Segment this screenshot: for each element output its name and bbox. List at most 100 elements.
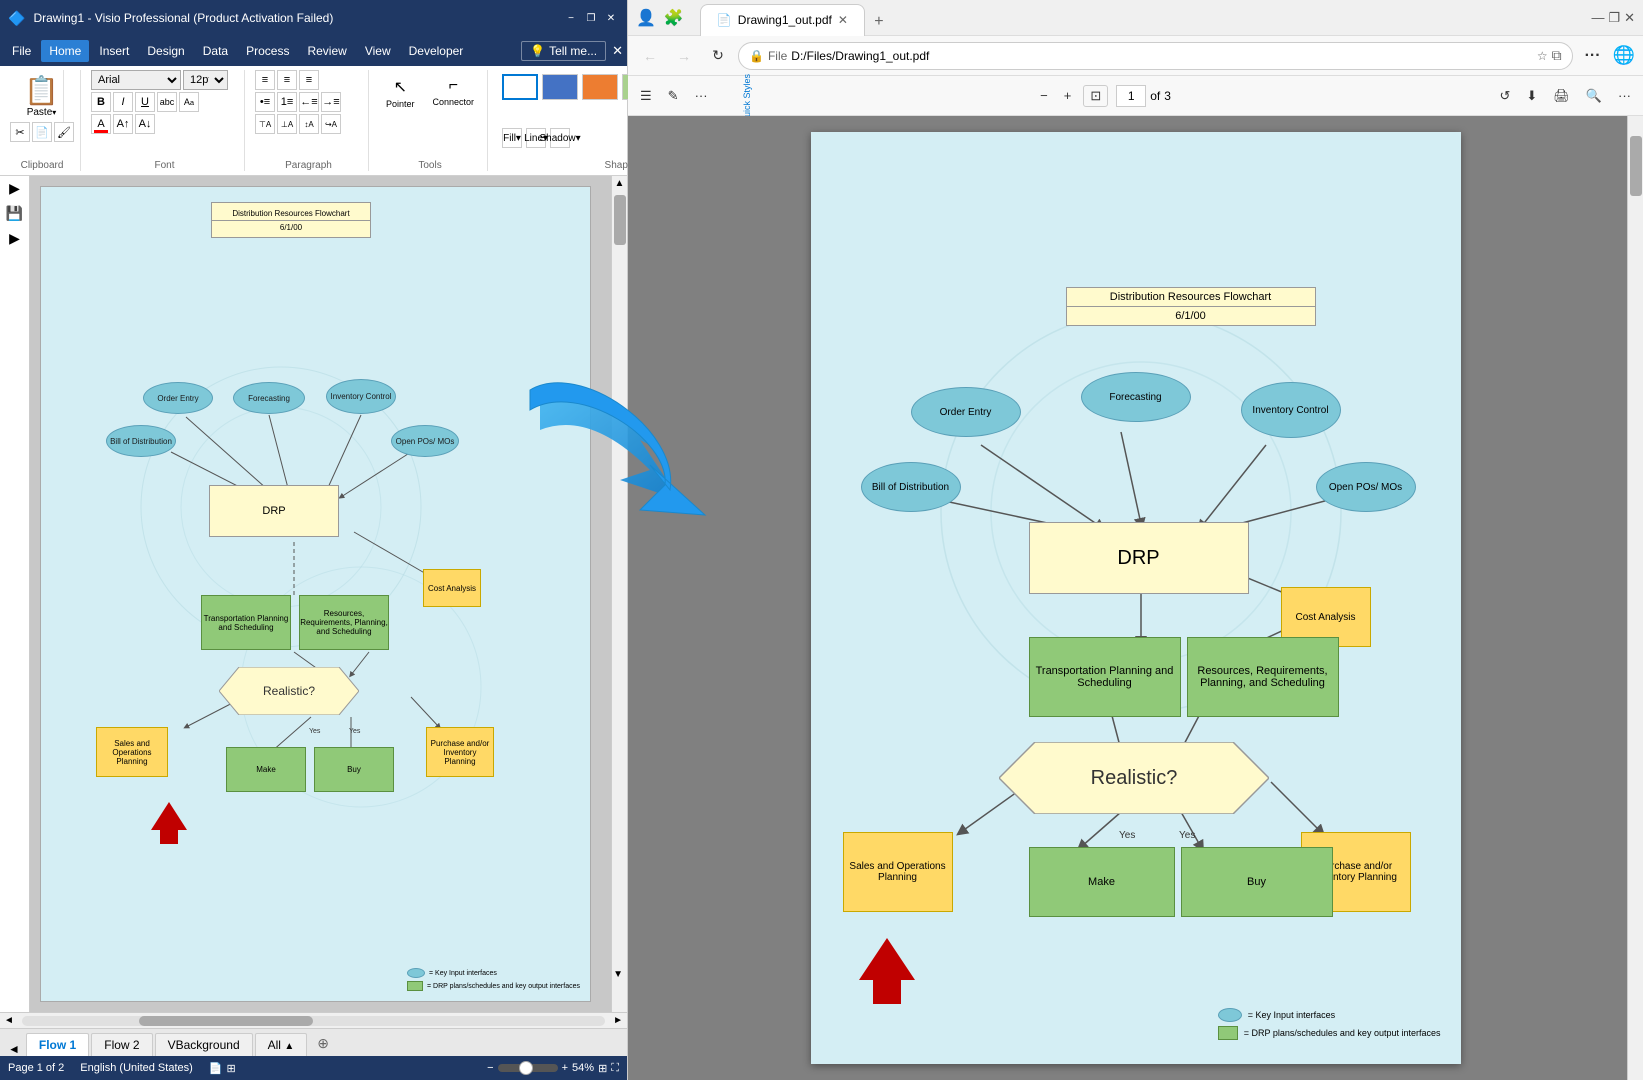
top-align-btn[interactable]: ⊤A bbox=[255, 114, 275, 134]
strikethrough-btn[interactable]: abc bbox=[157, 92, 177, 112]
pdf-scrollbar[interactable] bbox=[1627, 116, 1643, 1080]
font-color-btn[interactable]: A bbox=[91, 114, 111, 134]
sidebar-expand-icon[interactable]: ▶ bbox=[9, 230, 20, 247]
visio-drp[interactable]: DRP bbox=[209, 485, 339, 537]
visio-order-entry[interactable]: Order Entry bbox=[143, 382, 213, 414]
connector-tool-btn[interactable]: ⌐ Connector bbox=[426, 74, 482, 112]
zoom-out-btn[interactable]: − bbox=[487, 1062, 493, 1074]
split-view-icon[interactable]: ⧉ bbox=[1552, 47, 1562, 64]
align-center-btn[interactable]: ≡ bbox=[277, 70, 297, 90]
sidebar-save-icon[interactable]: 💾 bbox=[6, 205, 23, 222]
indent-text-btn[interactable]: ↪A bbox=[321, 114, 341, 134]
bookmark-icon[interactable]: ☆ bbox=[1537, 49, 1548, 63]
tab-vbackground[interactable]: VBackground bbox=[155, 1033, 253, 1056]
visio-purchase-inv[interactable]: Purchase and/or Inventory Planning bbox=[426, 727, 494, 777]
italic-btn[interactable]: I bbox=[113, 92, 133, 112]
scroll-thumb[interactable] bbox=[614, 195, 626, 245]
sidebar-toggle-btn[interactable]: ▶ bbox=[9, 180, 20, 197]
shadow-btn[interactable]: Shadow▾ bbox=[550, 128, 570, 148]
middle-align-btn[interactable]: ⊥A bbox=[277, 114, 297, 134]
visio-cost-analysis[interactable]: Cost Analysis bbox=[423, 569, 481, 607]
pdf-fit-btn[interactable]: ⊡ bbox=[1083, 85, 1108, 107]
menu-home[interactable]: Home bbox=[41, 40, 89, 62]
visio-bill-distribution[interactable]: Bill of Distribution bbox=[106, 425, 176, 457]
pdf-find-btn[interactable]: 🔍 bbox=[1582, 86, 1606, 106]
restore-btn[interactable]: ❐ bbox=[583, 10, 599, 26]
pdf-toc-btn[interactable]: ☰ bbox=[636, 86, 656, 106]
align-right-btn[interactable]: ≡ bbox=[299, 70, 319, 90]
close-tab-icon[interactable]: ✕ bbox=[838, 13, 848, 27]
number-list-btn[interactable]: 1≡ bbox=[277, 92, 297, 112]
style-swatch-1[interactable] bbox=[502, 74, 538, 100]
style-swatch-3[interactable] bbox=[582, 74, 618, 100]
scroll-up-btn[interactable]: ▲ bbox=[612, 176, 627, 191]
new-tab-btn[interactable]: + bbox=[865, 8, 893, 36]
dir-btn[interactable]: ↕A bbox=[299, 114, 319, 134]
pdf-zoom-in-btn[interactable]: + bbox=[1060, 86, 1076, 105]
full-screen-btn[interactable]: ⛶ bbox=[611, 1062, 619, 1075]
minimize-btn[interactable]: − bbox=[563, 10, 579, 26]
tell-me-box[interactable]: 💡 Tell me... bbox=[521, 41, 606, 61]
format-painter-btn[interactable]: 🖌 bbox=[54, 122, 74, 142]
menu-file[interactable]: File bbox=[4, 40, 39, 62]
refresh-btn[interactable]: ↻ bbox=[704, 42, 732, 70]
menu-design[interactable]: Design bbox=[139, 40, 192, 62]
paste-btn[interactable]: Paste ▾ bbox=[27, 107, 57, 118]
close-btn[interactable]: ✕ bbox=[603, 10, 619, 26]
visio-sales-ops[interactable]: Sales and Operations Planning bbox=[96, 727, 168, 777]
zoom-in-btn[interactable]: + bbox=[562, 1062, 568, 1074]
extension-icon[interactable]: 🧩 bbox=[664, 8, 684, 28]
all-tab-arrow[interactable]: ▲ bbox=[284, 1041, 294, 1052]
zoom-thumb[interactable] bbox=[519, 1061, 533, 1075]
visio-transportation[interactable]: Transportation Planning and Scheduling bbox=[201, 595, 291, 650]
indent-decrease-btn[interactable]: ←≡ bbox=[299, 92, 319, 112]
zoom-slider[interactable] bbox=[498, 1064, 558, 1072]
tab-flow2[interactable]: Flow 2 bbox=[91, 1033, 152, 1056]
decrease-font-btn[interactable]: A↓ bbox=[135, 114, 155, 134]
scroll-right-arrow-btn[interactable]: ► bbox=[609, 1015, 627, 1026]
menu-view[interactable]: View bbox=[357, 40, 399, 62]
align-left-btn[interactable]: ≡ bbox=[255, 70, 275, 90]
cut-btn[interactable]: ✂ bbox=[10, 122, 30, 142]
visio-open-pos[interactable]: Open POs/ MOs bbox=[391, 425, 459, 457]
visio-diagram-canvas[interactable]: Yes Yes Distribution Resources Flowchart… bbox=[30, 176, 611, 1012]
menu-process[interactable]: Process bbox=[238, 40, 297, 62]
browser-restore-btn[interactable]: ❐ bbox=[1608, 10, 1620, 26]
back-btn[interactable]: ← bbox=[636, 42, 664, 70]
visio-inventory-control[interactable]: Inventory Control bbox=[326, 379, 396, 414]
pdf-scroll-thumb[interactable] bbox=[1630, 136, 1642, 196]
pdf-zoom-out-btn[interactable]: − bbox=[1036, 86, 1052, 105]
tab-scroll-left[interactable]: ◄ bbox=[4, 1042, 24, 1056]
tab-all[interactable]: All ▲ bbox=[255, 1033, 308, 1056]
visio-realistic[interactable]: Realistic? bbox=[219, 667, 359, 715]
visio-resources[interactable]: Resources, Requirements, Planning, and S… bbox=[299, 595, 389, 650]
copy-btn[interactable]: 📄 bbox=[32, 122, 52, 142]
visio-scrollbar-bottom[interactable]: ◄ ► bbox=[0, 1012, 627, 1028]
visio-buy[interactable]: Buy bbox=[314, 747, 394, 792]
add-tab-btn[interactable]: ⊕ bbox=[309, 1031, 337, 1056]
pdf-rotate-btn[interactable]: ↺ bbox=[1495, 86, 1514, 106]
paste-icon[interactable]: 📋 bbox=[24, 74, 59, 107]
page-view-icon[interactable]: 📄 bbox=[209, 1062, 223, 1075]
fill-btn[interactable]: Fill▾ bbox=[502, 128, 522, 148]
browser-tab-pdf[interactable]: 📄 Drawing1_out.pdf ✕ bbox=[700, 4, 865, 36]
pdf-print-btn[interactable]: 🖨 bbox=[1549, 86, 1574, 106]
subscript-btn[interactable]: Aa bbox=[179, 92, 199, 112]
browser-minimize-btn[interactable]: — bbox=[1591, 10, 1604, 26]
pdf-page-input[interactable] bbox=[1116, 85, 1146, 107]
indent-increase-btn[interactable]: →≡ bbox=[321, 92, 341, 112]
profile-icon[interactable]: 👤 bbox=[636, 8, 656, 28]
pdf-pen-btn[interactable]: ✎ bbox=[664, 86, 683, 106]
h-scroll-track[interactable] bbox=[22, 1016, 605, 1026]
menu-data[interactable]: Data bbox=[195, 40, 236, 62]
paste-dropdown-icon[interactable]: ▾ bbox=[52, 108, 56, 117]
font-family-select[interactable]: Arial bbox=[91, 70, 181, 90]
pointer-tool-btn[interactable]: ↖ Pointer bbox=[379, 74, 422, 112]
close-ribbon-btn[interactable]: ✕ bbox=[612, 43, 623, 59]
scroll-left-btn[interactable]: ◄ bbox=[0, 1015, 18, 1026]
forward-btn[interactable]: → bbox=[670, 42, 698, 70]
scroll-down-btn[interactable]: ▼ bbox=[611, 967, 625, 982]
style-swatch-2[interactable] bbox=[542, 74, 578, 100]
underline-btn[interactable]: U bbox=[135, 92, 155, 112]
visio-scrollbar-right[interactable]: ▲ ▼ bbox=[611, 176, 627, 1012]
